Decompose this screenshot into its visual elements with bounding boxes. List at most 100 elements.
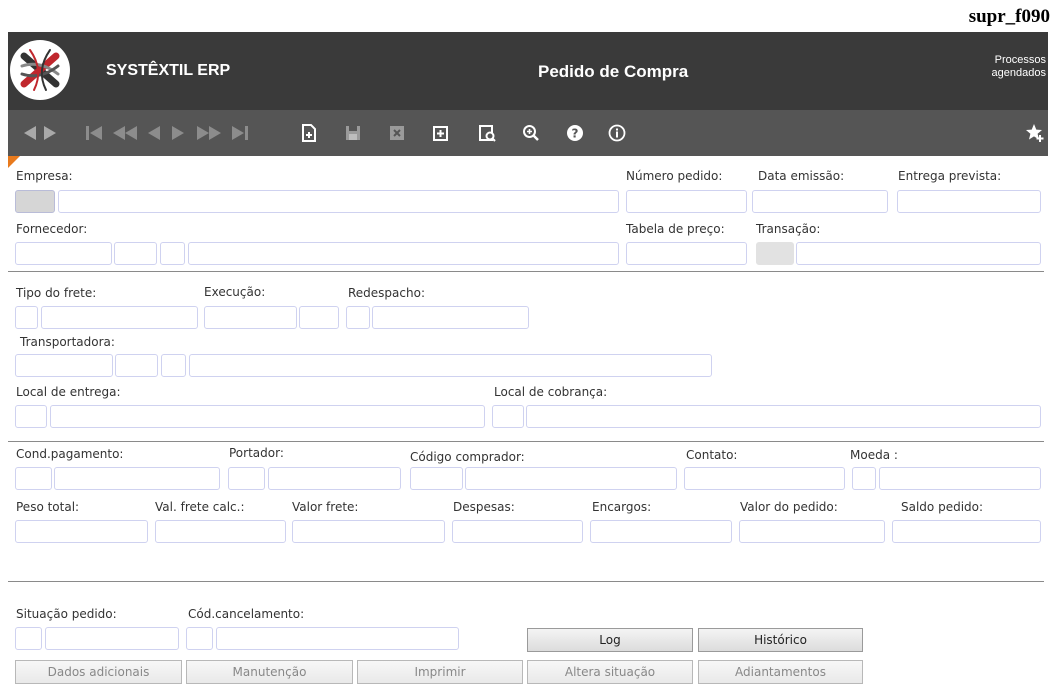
local-entrega-code-field[interactable] [15,405,47,428]
previous-record-icon[interactable] [144,122,164,144]
scheduled-processes-link[interactable]: Processos agendados [976,54,1046,80]
label-codigo-comprador: Código comprador: [410,450,525,464]
scheduled-processes-line2: agendados [991,67,1046,79]
label-valor-pedido: Valor do pedido: [740,500,838,514]
new-record-icon[interactable] [298,122,320,144]
tabela-preco-field[interactable] [626,242,747,265]
page-title: Pedido de Compra [538,62,689,81]
transportadora-cnpj2-field[interactable] [115,354,158,377]
add-icon[interactable] [430,122,452,144]
imprimir-button[interactable]: Imprimir [357,660,523,684]
next-record-icon[interactable] [168,122,188,144]
label-peso-total: Peso total: [16,500,80,514]
empresa-name-field[interactable] [58,190,619,213]
portador-code-field[interactable] [228,467,265,490]
info-icon[interactable] [606,122,628,144]
next-page-icon[interactable] [194,122,224,144]
search-icon[interactable] [476,122,498,144]
forward-icon[interactable] [40,122,60,144]
transportadora-name-field[interactable] [189,354,712,377]
redespacho-desc-field[interactable] [372,306,529,329]
contato-field[interactable] [684,467,845,490]
execucao-field[interactable] [204,306,297,329]
label-moeda: Moeda : [850,448,898,462]
numero-pedido-field[interactable] [626,190,747,213]
transacao-desc-field[interactable] [796,242,1041,265]
fornecedor-cnpj2-field[interactable] [114,242,157,265]
log-button[interactable]: Log [527,628,693,652]
entrega-prevista-field[interactable] [897,190,1041,213]
company-logo [10,40,70,100]
situacao-desc-field[interactable] [45,627,179,650]
dados-adicionais-button[interactable]: Dados adicionais [15,660,182,684]
form-corner-marker [8,156,20,168]
codigo-comprador-name-field[interactable] [465,467,677,490]
first-record-icon[interactable] [82,122,106,144]
cod-cancelamento-code-field[interactable] [186,627,213,650]
local-cobranca-code-field[interactable] [492,405,524,428]
label-situacao-pedido: Situação pedido: [16,607,117,621]
situacao-code-field[interactable] [15,627,42,650]
last-record-icon[interactable] [228,122,252,144]
zoom-icon[interactable] [520,122,542,144]
label-transacao: Transação: [756,222,821,236]
label-val-frete-calc: Val. frete calc.: [155,500,245,514]
saldo-pedido-field[interactable] [892,520,1041,543]
local-cobranca-desc-field[interactable] [526,405,1041,428]
transportadora-cnpj1-field[interactable] [15,354,113,377]
favorite-icon[interactable] [1024,122,1046,144]
label-despesas: Despesas: [453,500,515,514]
section-divider [8,271,1044,272]
tipo-frete-desc-field[interactable] [41,306,198,329]
transportadora-cnpj3-field[interactable] [161,354,186,377]
portador-desc-field[interactable] [268,467,401,490]
section-divider [8,581,1044,582]
despesas-field[interactable] [452,520,583,543]
empresa-code-field[interactable] [15,190,55,213]
local-entrega-desc-field[interactable] [50,405,485,428]
label-cond-pagamento: Cond.pagamento: [16,447,124,461]
cond-pagamento-desc-field[interactable] [54,467,220,490]
label-cod-cancelamento: Cód.cancelamento: [188,607,305,621]
label-tabela-preco: Tabela de preço: [626,222,725,236]
fornecedor-name-field[interactable] [188,242,619,265]
transacao-code-field[interactable] [756,242,794,265]
label-valor-frete: Valor frete: [292,500,359,514]
label-redespacho: Redespacho: [348,286,425,300]
encargos-field[interactable] [590,520,732,543]
tipo-frete-code-field[interactable] [15,306,38,329]
form-code: supr_f090 [968,6,1050,27]
label-empresa: Empresa: [16,169,73,183]
label-contato: Contato: [686,448,738,462]
moeda-desc-field[interactable] [879,467,1041,490]
manutencao-button[interactable]: Manutenção [186,660,353,684]
valor-frete-field[interactable] [292,520,445,543]
execucao-code-field[interactable] [299,306,339,329]
label-execucao: Execução: [204,285,266,299]
previous-page-icon[interactable] [110,122,140,144]
help-icon[interactable]: ? [564,122,586,144]
fornecedor-cnpj1-field[interactable] [15,242,112,265]
cond-pagamento-code-field[interactable] [15,467,52,490]
peso-total-field[interactable] [15,520,148,543]
moeda-code-field[interactable] [852,467,876,490]
historico-button[interactable]: Histórico [698,628,863,652]
fornecedor-cnpj3-field[interactable] [160,242,185,265]
save-icon[interactable] [342,122,364,144]
adiantamentos-button[interactable]: Adiantamentos [698,660,863,684]
label-encargos: Encargos: [592,500,652,514]
val-frete-calc-field[interactable] [155,520,286,543]
valor-pedido-field[interactable] [739,520,885,543]
app-title: SYSTÊXTIL ERP [106,62,231,79]
codigo-comprador-code-field[interactable] [410,467,463,490]
redespacho-code-field[interactable] [346,306,370,329]
label-portador: Portador: [229,446,284,460]
label-entrega-prevista: Entrega prevista: [898,169,1002,183]
cod-cancelamento-desc-field[interactable] [216,627,459,650]
delete-icon[interactable] [386,122,408,144]
back-icon[interactable] [20,122,40,144]
data-emissao-field[interactable] [752,190,888,213]
section-divider [8,441,1044,442]
altera-situacao-button[interactable]: Altera situação [527,660,693,684]
label-tipo-frete: Tipo do frete: [16,286,97,300]
